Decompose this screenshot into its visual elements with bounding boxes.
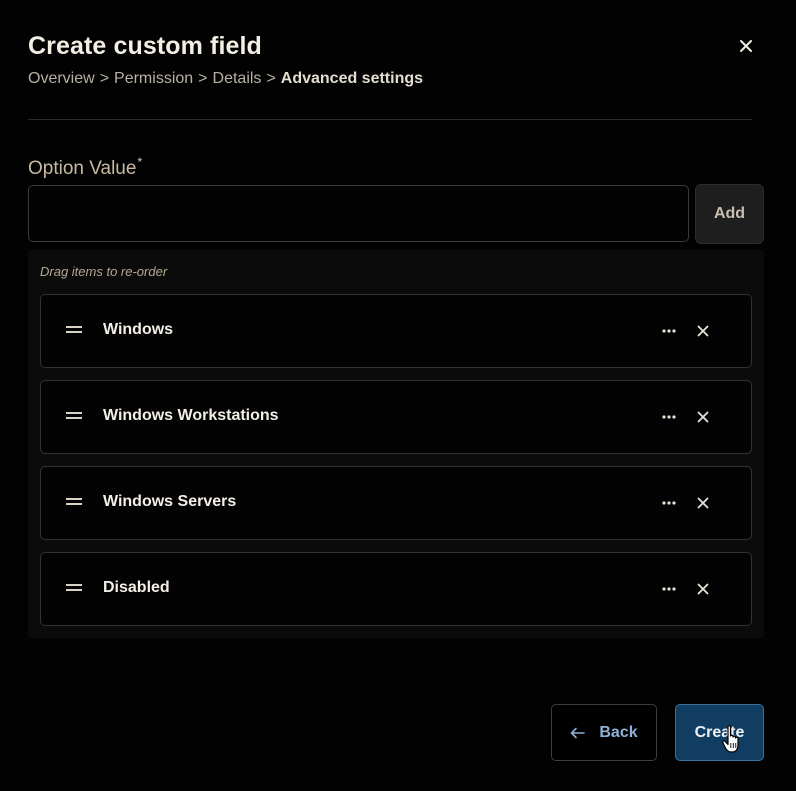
drag-handle-icon[interactable] — [66, 411, 82, 421]
breadcrumb-separator: > — [198, 70, 208, 87]
close-icon — [740, 40, 752, 52]
close-icon — [697, 411, 709, 423]
close-icon — [697, 583, 709, 595]
list-item[interactable]: Disabled — [40, 552, 752, 626]
breadcrumb-advanced-settings: Advanced settings — [280, 70, 424, 87]
breadcrumb-overview[interactable]: Overview — [28, 70, 95, 88]
create-button-label: Create — [694, 723, 745, 741]
more-horizontal-icon — [662, 329, 676, 333]
list-item[interactable]: Windows Servers — [40, 466, 752, 540]
more-options-button[interactable] — [657, 319, 681, 343]
more-options-button[interactable] — [657, 405, 681, 429]
close-icon — [697, 497, 709, 509]
drag-hint: Drag items to re-order — [40, 264, 168, 279]
option-value-input[interactable] — [28, 185, 689, 242]
option-value-label: Option Value* — [28, 155, 143, 180]
back-button-label: Back — [599, 723, 638, 741]
list-item[interactable]: Windows — [40, 294, 752, 368]
required-marker: * — [137, 155, 143, 169]
drag-handle-icon[interactable] — [66, 325, 82, 335]
remove-item-button[interactable] — [691, 491, 715, 515]
close-icon — [697, 325, 709, 337]
drag-handle-icon[interactable] — [66, 583, 82, 593]
more-horizontal-icon — [662, 501, 676, 505]
options-list-panel: Drag items to re-order Windows Windows W… — [28, 250, 764, 638]
option-value-label-text: Option Value — [28, 158, 137, 179]
breadcrumb: Overview > Permission > Details > Advanc… — [28, 70, 423, 88]
more-horizontal-icon — [662, 415, 676, 419]
close-button[interactable] — [734, 34, 758, 58]
create-button[interactable]: Create — [675, 704, 764, 761]
list-item[interactable]: Windows Workstations — [40, 380, 752, 454]
breadcrumb-permission[interactable]: Permission — [114, 70, 193, 88]
breadcrumb-separator: > — [99, 70, 110, 87]
create-custom-field-dialog: Create custom field Overview > Permissio… — [0, 0, 796, 791]
add-option-button[interactable]: Add — [695, 184, 764, 244]
list-item-label: Windows — [103, 321, 174, 338]
remove-item-button[interactable] — [691, 405, 715, 429]
remove-item-button[interactable] — [691, 319, 715, 343]
list-item-label: Disabled — [103, 579, 170, 596]
arrow-left-icon — [571, 727, 586, 738]
more-horizontal-icon — [662, 587, 676, 591]
dialog-title: Create custom field — [28, 32, 262, 60]
list-item-label: Windows Workstations — [103, 407, 279, 424]
breadcrumb-details[interactable]: Details — [213, 70, 262, 88]
back-button[interactable]: Back — [551, 704, 657, 761]
drag-handle-icon[interactable] — [66, 497, 82, 507]
header-divider — [28, 119, 752, 120]
more-options-button[interactable] — [657, 491, 681, 515]
remove-item-button[interactable] — [691, 577, 715, 601]
breadcrumb-separator: > — [266, 70, 276, 87]
more-options-button[interactable] — [657, 577, 681, 601]
list-item-label: Windows Servers — [103, 493, 237, 510]
